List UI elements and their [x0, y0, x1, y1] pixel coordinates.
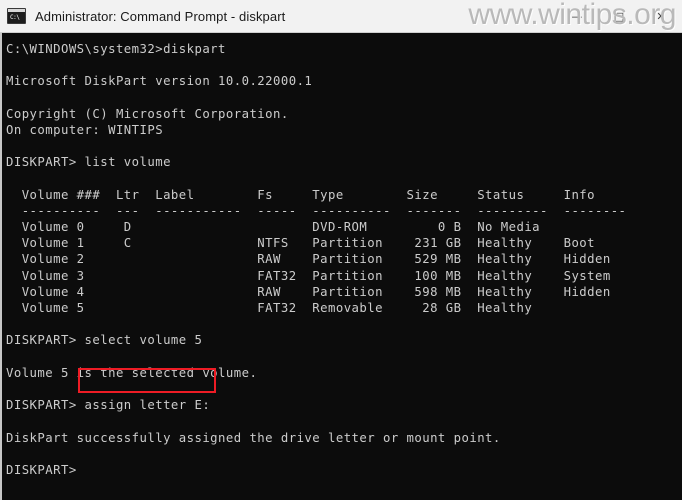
console-line: DISKPART>	[6, 462, 77, 477]
close-button[interactable]: ✕	[640, 0, 682, 33]
console-line: Volume 1 C NTFS Partition 231 GB Healthy…	[6, 236, 596, 251]
console-line: Copyright (C) Microsoft Corporation.	[6, 106, 289, 121]
window-titlebar[interactable]: C:\ Administrator: Command Prompt - disk…	[0, 0, 682, 33]
console-output-area[interactable]: C:\WINDOWS\system32>diskpart Microsoft D…	[0, 33, 682, 500]
console-line: DISKPART> assign letter E:	[6, 398, 211, 413]
window-controls: — □ ✕	[556, 0, 682, 33]
console-line: ---------- --- ----------- ----- -------…	[6, 203, 627, 218]
console-line: DiskPart successfully assigned the drive…	[6, 430, 501, 445]
console-line: Volume 2 RAW Partition 529 MB Healthy Hi…	[6, 252, 611, 267]
maximize-button[interactable]: □	[598, 0, 640, 33]
console-line: C:\WINDOWS\system32>diskpart	[6, 42, 226, 56]
minimize-button[interactable]: —	[556, 0, 598, 33]
command-prompt-icon: C:\	[7, 8, 26, 24]
console-line: DISKPART> list volume	[6, 155, 171, 170]
window-title: Administrator: Command Prompt - diskpart	[35, 8, 286, 24]
console-line: Volume 5 FAT32 Removable 28 GB Healthy	[6, 301, 533, 315]
console-text: C:\WINDOWS\system32>diskpart Microsoft D…	[6, 41, 682, 478]
command-prompt-window: C:\ Administrator: Command Prompt - disk…	[0, 0, 682, 500]
console-line: On computer: WINTIPS	[6, 122, 164, 137]
console-line: Volume 0 D DVD-ROM 0 B No Media	[6, 220, 541, 235]
command-prompt-icon-glyph: C:\	[10, 14, 20, 21]
console-line: Volume ### Ltr Label Fs Type Size Status…	[6, 187, 596, 202]
console-line: Volume 5 is the selected volume.	[6, 365, 258, 380]
console-line: Microsoft DiskPart version 10.0.22000.1	[6, 74, 313, 89]
console-line: Volume 3 FAT32 Partition 100 MB Healthy …	[6, 268, 611, 283]
console-line: Volume 4 RAW Partition 598 MB Healthy Hi…	[6, 284, 611, 299]
console-line: DISKPART> select volume 5	[6, 333, 203, 348]
